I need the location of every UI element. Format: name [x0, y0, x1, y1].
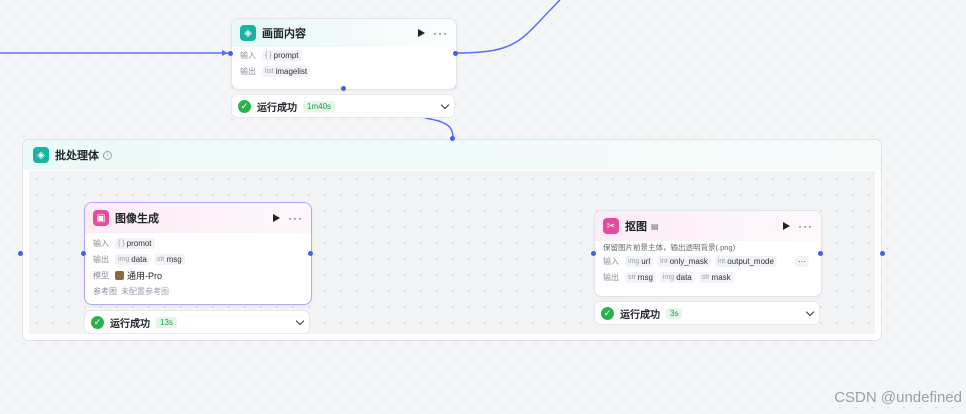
input-label: 输入	[93, 238, 109, 248]
info-icon[interactable]: i	[103, 150, 112, 160]
top-node-in-port[interactable]	[228, 51, 233, 56]
more-icon[interactable]: ···	[798, 220, 813, 232]
top-node-out-port[interactable]	[453, 51, 458, 56]
param-chip: int output_mode	[714, 255, 777, 267]
chevron-down-icon[interactable]	[440, 100, 450, 109]
layers-icon: ◈	[33, 147, 49, 163]
success-icon: ✓	[238, 99, 251, 113]
run-icon[interactable]	[783, 222, 790, 230]
top-node-status[interactable]: ✓ 运行成功 1m40s	[231, 94, 455, 118]
matting-description: 保留图片前景主体，输出透明背景(.png)	[595, 241, 821, 253]
image-gen-title: 图像生成	[115, 213, 159, 225]
param-chip: { } prompt	[262, 49, 302, 61]
param-chip: img url	[625, 255, 654, 267]
matting-node[interactable]: ✂ 抠图 ▤ ··· 保留图片前景主体，输出透明背景(.png) 输入 img u…	[594, 210, 822, 297]
image-gen-model-row: 模型 通用-Pro	[85, 267, 311, 283]
success-icon: ✓	[601, 306, 614, 320]
param-chip: str msg	[625, 271, 656, 283]
param-chip: int only_mask	[657, 255, 711, 267]
status-text: 运行成功	[110, 318, 150, 330]
more-icon[interactable]: ···	[288, 212, 303, 224]
output-label: 输出	[93, 254, 109, 264]
param-chip: list imagelist	[262, 65, 311, 77]
run-icon[interactable]	[418, 29, 425, 37]
param-chip: str mask	[698, 271, 734, 283]
status-text: 运行成功	[620, 309, 660, 321]
input-label: 输入	[603, 256, 619, 266]
model-label: 模型	[93, 270, 109, 280]
matting-header: ✂ 抠图 ▤ ···	[595, 211, 821, 241]
matting-status[interactable]: ✓ 运行成功 3s	[594, 301, 820, 325]
matting-icon: ✂	[603, 218, 619, 234]
image-gen-output-row: 输出 img data str msg	[85, 251, 311, 267]
ref-value: 未配置参考图	[121, 286, 169, 296]
layers-icon: ◈	[240, 25, 256, 41]
matting-title: 抠图	[625, 221, 647, 233]
doc-icon[interactable]: ▤	[651, 222, 659, 231]
batch-out-port[interactable]	[880, 251, 885, 256]
time-badge: 3s	[666, 307, 683, 319]
image-gen-in-port[interactable]	[81, 251, 86, 256]
batch-top-port[interactable]	[450, 136, 455, 141]
model-icon	[115, 270, 124, 280]
top-node-title: 画面内容	[262, 28, 306, 40]
watermark: CSDN @undefined	[834, 389, 962, 406]
more-params-icon[interactable]: ···	[795, 255, 809, 267]
image-gen-status[interactable]: ✓ 运行成功 13s	[84, 310, 310, 334]
top-node-input-row: 输入 { } prompt	[232, 47, 456, 63]
top-node[interactable]: ◈ 画面内容 ··· 输入 { } prompt 输出 list imagelist	[231, 18, 457, 90]
image-gen-out-port[interactable]	[308, 251, 313, 256]
matting-out-port[interactable]	[818, 251, 823, 256]
top-node-output-row: 输出 list imagelist	[232, 63, 456, 79]
param-chip: { } promot	[115, 237, 155, 249]
description-text: 保留图片前景主体，输出透明背景(.png)	[603, 242, 736, 252]
top-node-header: ◈ 画面内容 ···	[232, 19, 456, 47]
matting-input-row: 输入 img url int only_mask int output_mode ··…	[595, 253, 821, 269]
success-icon: ✓	[91, 315, 104, 329]
top-node-bottom-port[interactable]	[341, 86, 346, 91]
batch-in-port[interactable]	[18, 251, 23, 256]
image-gen-header: ▣ 图像生成 ···	[85, 203, 311, 233]
ref-label: 参考图	[93, 286, 117, 296]
batch-header: ◈ 批处理体 i	[23, 140, 881, 170]
output-label: 输出	[603, 272, 619, 282]
output-label: 输出	[240, 66, 256, 76]
param-chip: img data	[115, 253, 150, 265]
image-gen-node[interactable]: ▣ 图像生成 ··· 输入 { } promot 输出 img data str ms…	[84, 202, 312, 305]
image-gen-ref-row: 参考图 未配置参考图	[85, 283, 311, 299]
matting-output-row: 输出 str msg img data str mask	[595, 269, 821, 285]
run-icon[interactable]	[273, 214, 280, 222]
more-icon[interactable]: ···	[433, 27, 448, 39]
chevron-down-icon[interactable]	[295, 316, 305, 325]
param-chip: img data	[659, 271, 695, 283]
matting-in-port[interactable]	[591, 251, 596, 256]
model-value: 通用-Pro	[127, 270, 163, 281]
batch-title: 批处理体	[55, 150, 99, 162]
time-badge: 1m40s	[303, 100, 336, 112]
status-text: 运行成功	[257, 102, 297, 114]
input-label: 输入	[240, 50, 256, 60]
image-gen-input-row: 输入 { } promot	[85, 235, 311, 251]
time-badge: 13s	[156, 316, 177, 328]
chevron-down-icon[interactable]	[805, 307, 815, 316]
param-chip: str msg	[153, 253, 185, 265]
image-icon: ▣	[93, 210, 109, 226]
